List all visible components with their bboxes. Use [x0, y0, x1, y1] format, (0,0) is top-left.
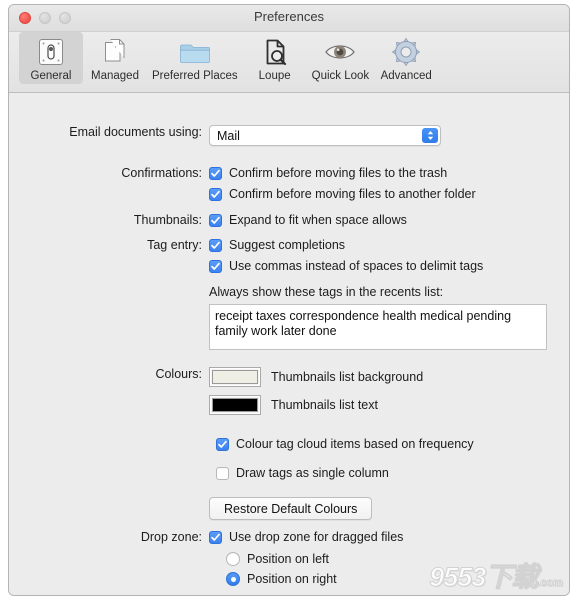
drop-zone-group: Use drop zone for dragged files Position… — [209, 530, 403, 586]
tag-entry-group: Suggest completions Use commas instead o… — [209, 238, 483, 274]
eye-icon — [323, 35, 357, 69]
colour-well-label: Thumbnails list background — [271, 370, 424, 384]
radio-position-right[interactable]: Position on right — [226, 572, 403, 586]
email-documents-label: Email documents using: — [69, 125, 202, 139]
confirmations-row: Confirmations: Confirm before moving fil… — [41, 166, 476, 202]
colours-label: Colours: — [155, 367, 202, 381]
documents-copy-icon — [98, 35, 132, 69]
checkbox-box — [209, 239, 222, 252]
colour-swatch — [212, 398, 258, 412]
general-switch-icon — [34, 35, 68, 69]
folder-icon — [178, 35, 212, 69]
toolbar-item-managed[interactable]: Managed — [83, 32, 147, 84]
colour-well-label: Thumbnails list text — [271, 398, 378, 412]
toolbar-item-label: Advanced — [380, 70, 432, 82]
general-pane: Email documents using: Mail Confirmation… — [9, 93, 569, 595]
checkbox-label: Confirm before moving files to the trash — [229, 166, 448, 180]
watermark-text: 9553下载 — [429, 562, 539, 593]
toolbar-item-label: Quick Look — [311, 70, 370, 82]
single-column-row: Draw tags as single column — [216, 466, 389, 481]
drop-zone-row: Drop zone: Use drop zone for dragged fil… — [41, 530, 403, 586]
email-app-popup[interactable]: Mail — [209, 125, 441, 146]
checkbox-label: Confirm before moving files to another f… — [229, 187, 476, 201]
colour-well-background-row: Thumbnails list background — [209, 367, 423, 387]
email-app-value: Mail — [217, 128, 240, 143]
thumbnails-row: Thumbnails: Expand to fit when space all… — [41, 213, 407, 228]
checkbox-label: Use drop zone for dragged files — [229, 530, 404, 544]
restore-default-colours-button[interactable]: Restore Default Colours — [209, 497, 373, 520]
checkbox-use-commas[interactable]: Use commas instead of spaces to delimit … — [209, 259, 483, 274]
colour-swatch — [212, 370, 258, 384]
preferences-window: Preferences General Managed Preferred Pl… — [8, 4, 570, 596]
window-title: Preferences — [253, 9, 325, 24]
watermark-suffix: .com — [537, 577, 564, 590]
checkbox-label: Use commas instead of spaces to delimit … — [229, 259, 484, 273]
checkbox-expand-to-fit[interactable]: Expand to fit when space allows — [209, 213, 407, 228]
drop-zone-label: Drop zone: — [140, 530, 202, 544]
checkbox-box — [209, 531, 222, 544]
checkbox-label: Draw tags as single column — [236, 466, 389, 480]
colour-wells-group: Thumbnails list background Thumbnails li… — [209, 367, 423, 415]
colour-well-background[interactable] — [209, 367, 261, 387]
toolbar-item-label: Managed — [91, 70, 139, 82]
toolbar-item-general[interactable]: General — [19, 32, 83, 84]
site-watermark: 9553下载.com — [429, 555, 564, 594]
toolbar-item-label: General — [30, 70, 72, 82]
radio-box — [226, 572, 240, 586]
checkbox-label: Expand to fit when space allows — [229, 213, 407, 227]
checkbox-suggest-completions[interactable]: Suggest completions — [209, 238, 483, 253]
radio-label: Position on right — [247, 572, 337, 586]
recents-tags-input[interactable]: receipt taxes correspondence health medi… — [209, 304, 547, 350]
thumbnails-label: Thumbnails: — [133, 213, 202, 227]
checkbox-box — [216, 438, 229, 451]
checkbox-confirm-move-folder[interactable]: Confirm before moving files to another f… — [209, 187, 476, 202]
email-documents-row: Email documents using: Mail — [41, 125, 441, 146]
checkbox-use-drop-zone[interactable]: Use drop zone for dragged files — [209, 530, 403, 545]
colours-row: Colours: Thumbnails list background Thum… — [41, 367, 423, 415]
colour-well-text-row: Thumbnails list text — [209, 395, 423, 415]
chevron-updown-icon — [422, 128, 438, 143]
recents-note: Always show these tags in the recents li… — [209, 285, 444, 299]
document-magnifier-icon — [258, 35, 292, 69]
tag-entry-label: Tag entry: — [147, 238, 202, 252]
toolbar-item-loupe[interactable]: Loupe — [243, 32, 307, 84]
toolbar-item-preferred-places[interactable]: Preferred Places — [147, 32, 243, 84]
tag-entry-row: Tag entry: Suggest completions Use comma… — [41, 238, 483, 274]
checkbox-box — [209, 214, 222, 227]
preferences-toolbar: General Managed Preferred Places Loupe Q… — [9, 32, 569, 93]
checkbox-label: Suggest completions — [229, 238, 346, 252]
radio-position-left[interactable]: Position on left — [226, 552, 403, 566]
checkbox-confirm-trash[interactable]: Confirm before moving files to the trash — [209, 166, 476, 181]
checkbox-box — [216, 467, 229, 480]
radio-label: Position on left — [247, 552, 329, 566]
restore-button-row: Restore Default Colours — [209, 497, 373, 520]
title-bar: Preferences — [9, 5, 569, 32]
confirmations-label: Confirmations: — [121, 166, 202, 180]
checkbox-colour-tag-cloud[interactable]: Colour tag cloud items based on frequenc… — [216, 437, 474, 452]
toolbar-item-label: Preferred Places — [152, 70, 238, 82]
recents-note-row: Always show these tags in the recents li… — [209, 285, 443, 299]
radio-box — [226, 552, 240, 566]
colour-frequency-row: Colour tag cloud items based on frequenc… — [216, 437, 474, 452]
toolbar-item-advanced[interactable]: Advanced — [374, 32, 438, 84]
checkbox-label: Colour tag cloud items based on frequenc… — [236, 437, 474, 451]
gear-icon — [389, 35, 423, 69]
checkbox-box — [209, 167, 222, 180]
toolbar-item-quick-look[interactable]: Quick Look — [307, 32, 375, 84]
toolbar-item-label: Loupe — [258, 70, 291, 82]
confirmations-group: Confirm before moving files to the trash… — [209, 166, 476, 202]
checkbox-box — [209, 188, 222, 201]
checkbox-draw-single-column[interactable]: Draw tags as single column — [216, 466, 389, 481]
colour-well-text[interactable] — [209, 395, 261, 415]
recents-tags-row: receipt taxes correspondence health medi… — [209, 304, 547, 350]
checkbox-box — [209, 260, 222, 273]
